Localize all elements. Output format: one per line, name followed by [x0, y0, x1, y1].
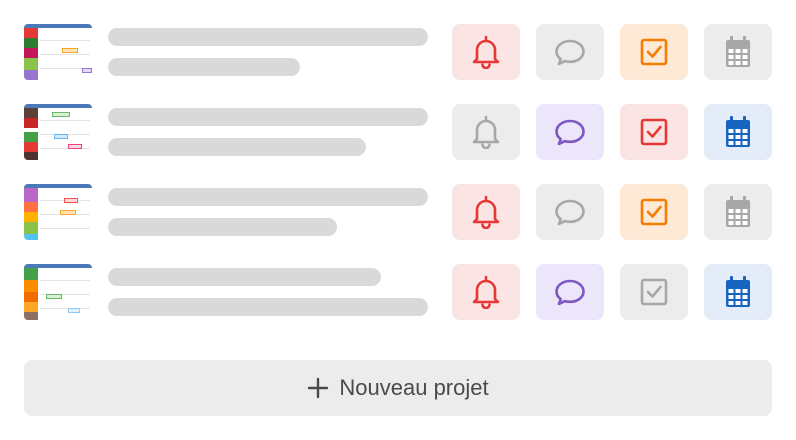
subtitle-skeleton — [108, 298, 428, 316]
notifications-toggle[interactable] — [452, 264, 520, 320]
calendar-toggle[interactable] — [704, 184, 772, 240]
notifications-toggle[interactable] — [452, 184, 520, 240]
calendar-icon — [724, 195, 752, 229]
new-project-button[interactable]: Nouveau projet — [24, 360, 772, 416]
chat-bubble-icon — [554, 198, 586, 226]
subtitle-skeleton — [108, 218, 337, 236]
new-project-label: Nouveau projet — [339, 375, 489, 400]
checkbox-icon — [639, 37, 669, 67]
tasks-toggle[interactable] — [620, 24, 688, 80]
tasks-toggle[interactable] — [620, 184, 688, 240]
comments-toggle[interactable] — [536, 264, 604, 320]
calendar-icon — [724, 35, 752, 69]
calendar-toggle[interactable] — [704, 104, 772, 160]
chat-bubble-icon — [554, 118, 586, 146]
project-row[interactable] — [24, 24, 772, 80]
subtitle-skeleton — [108, 138, 366, 156]
calendar-icon — [724, 115, 752, 149]
project-thumbnail[interactable] — [24, 104, 92, 160]
project-thumbnail[interactable] — [24, 24, 92, 80]
comments-toggle[interactable] — [536, 184, 604, 240]
notifications-toggle[interactable] — [452, 104, 520, 160]
title-skeleton — [108, 108, 428, 126]
comments-toggle[interactable] — [536, 104, 604, 160]
chat-bubble-icon — [554, 278, 586, 306]
project-thumbnail[interactable] — [24, 264, 92, 320]
checkbox-icon — [639, 277, 669, 307]
bell-icon — [472, 195, 500, 229]
chat-bubble-icon — [554, 38, 586, 66]
tasks-toggle[interactable] — [620, 104, 688, 160]
title-skeleton — [108, 188, 428, 206]
notifications-toggle[interactable] — [452, 24, 520, 80]
project-row[interactable] — [24, 184, 772, 240]
project-row[interactable] — [24, 104, 772, 160]
title-skeleton — [108, 28, 428, 46]
bell-icon — [472, 35, 500, 69]
subtitle-skeleton — [108, 58, 300, 76]
checkbox-icon — [639, 117, 669, 147]
bell-icon — [472, 275, 500, 309]
project-row[interactable] — [24, 264, 772, 320]
checkbox-icon — [639, 197, 669, 227]
plus-icon — [307, 377, 329, 399]
calendar-toggle[interactable] — [704, 264, 772, 320]
title-skeleton — [108, 268, 381, 286]
comments-toggle[interactable] — [536, 24, 604, 80]
bell-icon — [472, 115, 500, 149]
project-thumbnail[interactable] — [24, 184, 92, 240]
calendar-icon — [724, 275, 752, 309]
tasks-toggle[interactable] — [620, 264, 688, 320]
calendar-toggle[interactable] — [704, 24, 772, 80]
